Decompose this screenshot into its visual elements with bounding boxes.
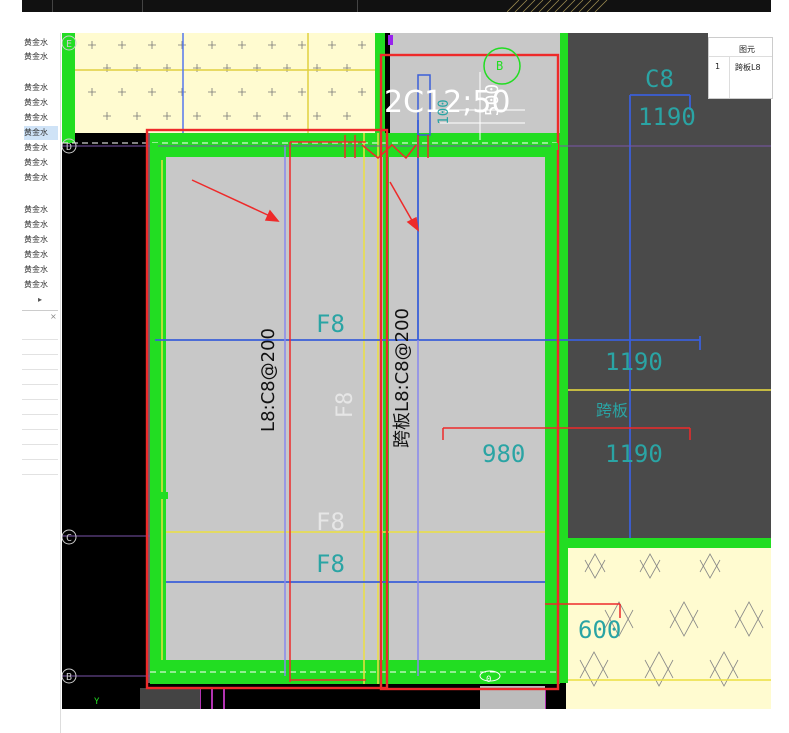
- axis-label-C: C: [66, 533, 72, 544]
- dim-980: 980: [482, 440, 525, 468]
- table-row: [22, 445, 58, 460]
- label-cross: 跨板: [596, 401, 628, 420]
- label-f8: F8: [316, 310, 345, 338]
- table-divider: [709, 56, 772, 57]
- table-row: [22, 340, 58, 355]
- hatch-region-top: [75, 33, 383, 133]
- list-item[interactable]: 黄金水: [24, 218, 58, 232]
- axis-label-B: B: [66, 672, 72, 683]
- list-item[interactable]: 黄金水: [24, 203, 58, 217]
- top-toolbar: [22, 0, 771, 12]
- label-1190: 1190: [605, 348, 663, 376]
- list-item[interactable]: 黄金水: [24, 248, 58, 262]
- list-item[interactable]: 黄金水: [24, 50, 58, 64]
- table-row: [22, 400, 58, 415]
- axis-label-D: D: [66, 142, 72, 153]
- component-list-panel: 黄金水 黄金水 黄金水 黄金水 黄金水 黄金水 黄金水 黄金水 黄金水 黄金水 …: [0, 33, 61, 733]
- label-c8: C8: [645, 65, 674, 93]
- label-f8: F8: [316, 550, 345, 578]
- label-f8: F8: [316, 508, 345, 536]
- table-row: [22, 430, 58, 445]
- toolbar-separator: [357, 0, 358, 12]
- panel-divider: [22, 310, 58, 311]
- list-item[interactable]: 黄金水: [24, 156, 58, 170]
- table-divider: [729, 56, 730, 98]
- dim-600: 600: [578, 616, 621, 644]
- list-item[interactable]: 黄金水: [24, 81, 58, 95]
- table-row: [22, 460, 58, 475]
- list-item[interactable]: 黄金水: [24, 263, 58, 277]
- list-item[interactable]: 黄金水: [24, 111, 58, 125]
- list-item[interactable]: 黄金水: [24, 141, 58, 155]
- list-item[interactable]: 黄金水: [24, 233, 58, 247]
- expand-arrow-icon[interactable]: ▸: [38, 295, 42, 304]
- dim-100: 100: [436, 99, 452, 124]
- row-index: 1: [715, 62, 721, 71]
- cad-drawing-svg: E D C B L8:C8@200 跨板L8:C8@200 2C12;50 50…: [62, 33, 771, 709]
- axis-y-label: Y: [94, 697, 100, 707]
- table-header: 图元: [739, 45, 755, 54]
- label-f8-vertical: F8: [333, 392, 358, 419]
- list-item[interactable]: 黄金水: [24, 171, 58, 185]
- table-row: [22, 385, 58, 400]
- list-item[interactable]: 黄金水: [24, 36, 58, 50]
- axis-label-B-top: B: [496, 59, 503, 73]
- label-zero: 0: [486, 675, 491, 685]
- label-1190: 1190: [638, 103, 696, 131]
- table-cell[interactable]: 跨板L8: [735, 62, 761, 73]
- close-icon[interactable]: ×: [50, 312, 57, 321]
- table-row: [22, 325, 58, 340]
- toolbar-separator: [142, 0, 143, 12]
- label-1190: 1190: [605, 440, 663, 468]
- table-row: [22, 370, 58, 385]
- table-row: [22, 415, 58, 430]
- axis-label-E: E: [66, 39, 72, 50]
- property-table: 图元 1 跨板L8: [708, 37, 773, 99]
- rebar-label-cross: 跨板L8:C8@200: [392, 308, 413, 448]
- dim-500: 500: [482, 84, 503, 117]
- list-item[interactable]: 黄金水: [24, 96, 58, 110]
- list-item[interactable]: 黄金水: [24, 278, 58, 292]
- toolbar-separator: [52, 0, 53, 12]
- hatch-thumbnail: [507, 0, 608, 12]
- cad-drawing-canvas[interactable]: E D C B L8:C8@200 跨板L8:C8@200 2C12;50 50…: [62, 33, 771, 709]
- list-item-selected[interactable]: 黄金水: [24, 126, 58, 140]
- rebar-label-main: L8:C8@200: [258, 328, 279, 432]
- table-row: [22, 355, 58, 370]
